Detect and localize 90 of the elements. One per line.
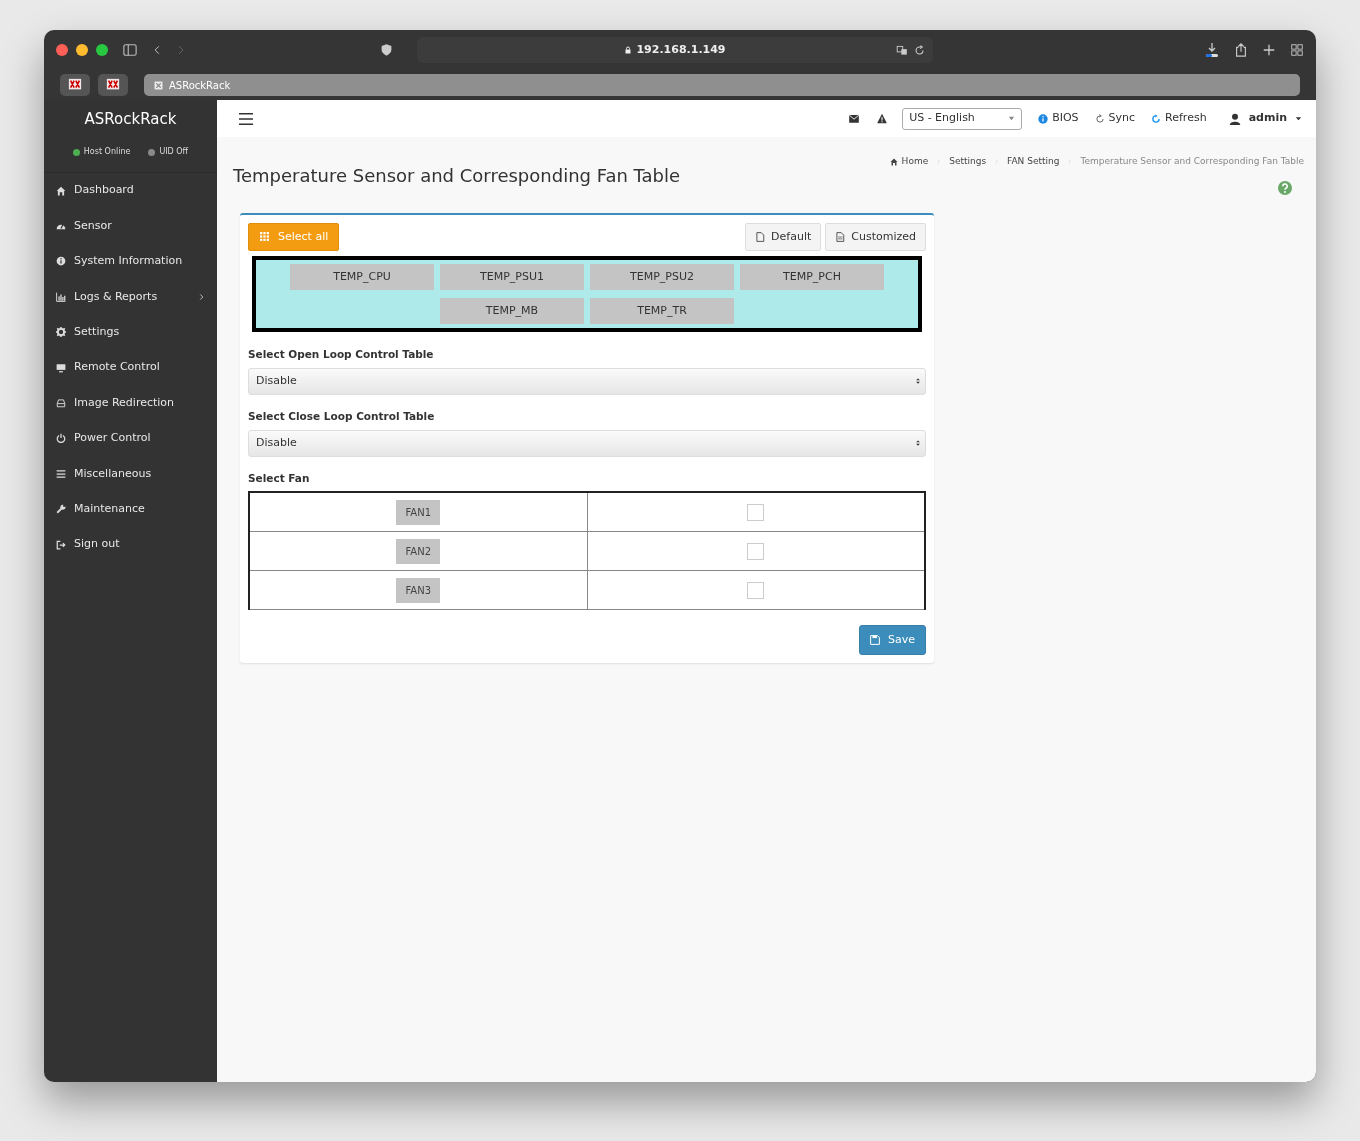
brand-logo[interactable]: ASRockRack bbox=[44, 100, 217, 138]
plus-icon[interactable] bbox=[1262, 43, 1276, 57]
sidebar-menu-item[interactable]: Sign out bbox=[44, 526, 217, 563]
dropdown-caret-icon bbox=[1008, 115, 1016, 122]
help-icon[interactable] bbox=[1278, 180, 1292, 195]
fan-button[interactable]: FAN3 bbox=[396, 577, 440, 603]
header-link[interactable]: Refresh bbox=[1151, 110, 1207, 127]
broken-favicon-icon bbox=[105, 78, 121, 92]
mail-icon[interactable] bbox=[848, 113, 861, 124]
monitor-icon bbox=[56, 362, 66, 373]
sign-out-icon bbox=[56, 539, 66, 550]
checkbox[interactable] bbox=[747, 581, 765, 599]
window-control-dot[interactable] bbox=[96, 44, 108, 56]
sidebar-menu-item[interactable]: Miscellaneous bbox=[44, 456, 217, 492]
sensor-button[interactable]: TEMP_MB bbox=[440, 298, 584, 325]
user-icon bbox=[1228, 112, 1241, 125]
dropdown-caret-icon bbox=[1295, 115, 1302, 122]
status-indicator: UID Off bbox=[148, 146, 189, 158]
warning-icon[interactable] bbox=[876, 113, 889, 124]
control-table-select[interactable]: Disable bbox=[248, 367, 926, 395]
power-icon bbox=[56, 433, 66, 444]
chevron-icon bbox=[994, 158, 1000, 165]
save-button[interactable]: Save bbox=[859, 624, 926, 656]
field-label: Select Fan bbox=[248, 470, 311, 486]
pinned-tab[interactable] bbox=[98, 74, 128, 96]
translate-icon[interactable] bbox=[895, 44, 909, 56]
reload-icon[interactable] bbox=[914, 44, 925, 56]
grid-icon bbox=[259, 232, 270, 242]
sensor-button[interactable]: TEMP_PSU2 bbox=[590, 264, 734, 291]
broken-favicon-icon bbox=[67, 78, 83, 92]
user-menu[interactable]: admin bbox=[1228, 110, 1302, 127]
back-icon[interactable] bbox=[152, 43, 162, 57]
language-select[interactable]: US - English bbox=[902, 107, 1023, 130]
header-link[interactable]: BIOS bbox=[1038, 110, 1079, 127]
refresh-icon bbox=[1151, 113, 1162, 124]
document-icon bbox=[755, 230, 766, 243]
document-icon bbox=[835, 230, 846, 243]
home-icon bbox=[56, 185, 66, 196]
fan-button[interactable]: FAN1 bbox=[396, 500, 440, 526]
tab-favicon-icon bbox=[154, 80, 163, 90]
info-icon bbox=[1038, 113, 1049, 124]
share-icon[interactable] bbox=[1234, 42, 1248, 58]
url-text: 192.168.1.149 bbox=[636, 41, 726, 58]
pinned-tab[interactable] bbox=[60, 74, 90, 96]
status-indicator: Host Online bbox=[72, 146, 131, 158]
list-icon bbox=[56, 468, 66, 479]
control-table-select[interactable]: Disable bbox=[248, 429, 926, 457]
sidebar-menu-item[interactable]: Settings bbox=[44, 314, 217, 350]
info-icon bbox=[56, 256, 66, 267]
sidebar-menu-item[interactable]: Remote Control bbox=[44, 349, 217, 386]
drive-icon bbox=[56, 398, 66, 409]
sensor-button[interactable]: TEMP_PCH bbox=[740, 264, 884, 291]
home-icon bbox=[889, 157, 898, 166]
chevron-icon bbox=[936, 158, 942, 165]
sensor-button[interactable]: TEMP_PSU1 bbox=[440, 264, 584, 291]
shield-icon[interactable] bbox=[380, 43, 393, 57]
sidebar-menu-item[interactable]: Logs & Reports bbox=[44, 279, 217, 315]
header-link[interactable]: Sync bbox=[1094, 110, 1136, 127]
breadcrumb-link[interactable]: Home bbox=[889, 155, 929, 169]
sidebar-menu-item[interactable]: Power Control bbox=[44, 420, 217, 457]
sensor-button[interactable]: TEMP_CPU bbox=[290, 264, 434, 291]
sidebar-toggle-icon[interactable] bbox=[122, 43, 138, 57]
checkbox[interactable] bbox=[747, 542, 765, 560]
toolbar-button[interactable]: Default bbox=[745, 222, 822, 252]
sidebar-menu-item[interactable]: Sensor bbox=[44, 208, 217, 244]
download-icon[interactable] bbox=[1204, 42, 1220, 58]
sensor-button[interactable]: TEMP_TR bbox=[590, 298, 734, 325]
window-control-dot[interactable] bbox=[76, 44, 88, 56]
breadcrumb-link[interactable]: FAN Setting bbox=[1007, 155, 1060, 169]
sync-icon bbox=[1094, 113, 1105, 124]
fan-button[interactable]: FAN2 bbox=[396, 538, 440, 564]
checkbox[interactable] bbox=[747, 504, 765, 522]
lock-icon bbox=[624, 45, 633, 55]
tab-overview-icon[interactable] bbox=[1290, 43, 1304, 57]
field-label: Select Close Loop Control Table bbox=[248, 408, 436, 424]
menu-icon[interactable] bbox=[237, 111, 255, 126]
toolbar-button[interactable]: Customized bbox=[825, 222, 926, 252]
address-bar[interactable]: 192.168.1.149 bbox=[417, 37, 933, 63]
window-control-dot[interactable] bbox=[56, 44, 68, 56]
page-title: Temperature Sensor and Corresponding Fan Table bbox=[233, 165, 681, 187]
sidebar-menu-item[interactable]: Image Redirection bbox=[44, 385, 217, 421]
breadcrumb-link[interactable]: Settings bbox=[949, 155, 987, 169]
sidebar-menu-item[interactable]: System Information bbox=[44, 243, 217, 280]
gear-icon bbox=[56, 327, 66, 338]
field-label: Select Open Loop Control Table bbox=[248, 347, 435, 363]
sidebar-menu-item[interactable]: Maintenance bbox=[44, 491, 217, 527]
wrench-icon bbox=[56, 504, 66, 515]
sidebar-menu-item[interactable]: Dashboard bbox=[44, 173, 217, 209]
bar-chart-icon bbox=[56, 291, 66, 302]
chevron-icon bbox=[1067, 158, 1073, 165]
